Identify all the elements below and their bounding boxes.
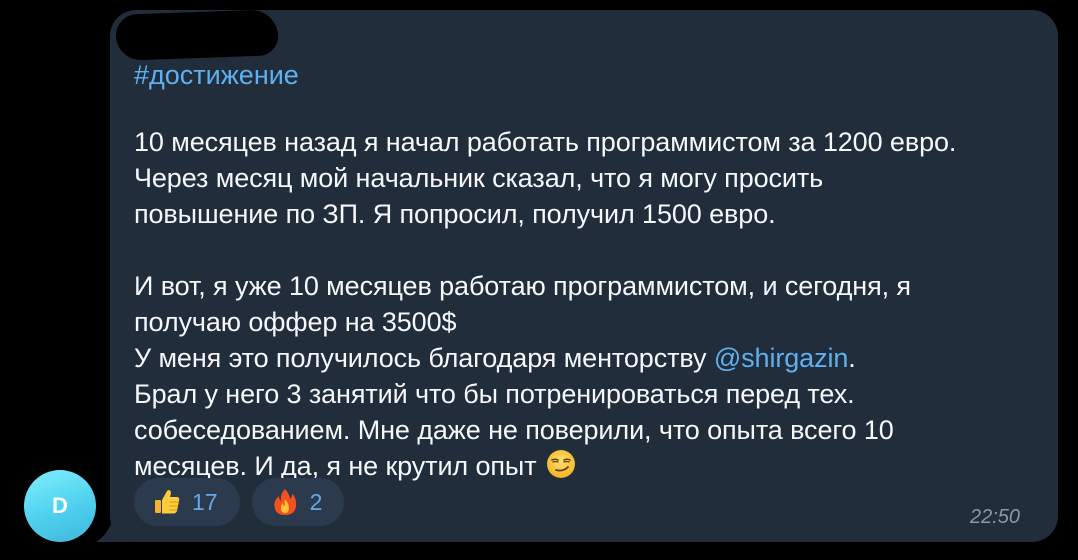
sender-avatar[interactable]: D <box>24 470 96 542</box>
mention-line: У меня это получилось благодаря менторст… <box>134 340 1034 376</box>
mention-suffix: . <box>848 343 856 373</box>
reaction-thumbs-up[interactable]: 17 <box>134 478 240 526</box>
fire-emoji <box>274 489 296 515</box>
text-line: повышение по ЗП. Я попросил, получил 150… <box>134 199 776 229</box>
sender-name-redacted[interactable] <box>115 9 279 61</box>
hashtag-link[interactable]: #достижение <box>134 58 299 92</box>
reactions-bar: 17 2 <box>134 478 345 526</box>
text-line: собеседованием. Мне даже не поверили, чт… <box>134 415 894 445</box>
message-text: 10 месяцев назад я начал работать програ… <box>134 124 1034 484</box>
last-line-text: месяцев. И да, я не крутил опыт <box>134 451 537 481</box>
text-line: Через месяц мой начальник сказал, что я … <box>134 163 824 193</box>
mention-link[interactable]: @shirgazin <box>714 343 849 373</box>
thumbs-up-emoji <box>155 490 180 514</box>
avatar-initial: D <box>52 493 68 518</box>
text-line: 10 месяцев назад я начал работать програ… <box>134 127 957 157</box>
reaction-count: 17 <box>192 488 218 515</box>
smirking-face-emoji <box>546 450 575 478</box>
text-line: И вот, я уже 10 месяцев работаю программ… <box>134 271 911 301</box>
chat-area: D #достижение 10 месяцев назад я начал р… <box>0 0 1078 560</box>
reaction-fire[interactable]: 2 <box>251 478 345 526</box>
message-time: 22:50 <box>970 506 1021 528</box>
mention-prefix: У меня это получилось благодаря менторст… <box>134 343 714 373</box>
text-line: Брал у него 3 занятий что бы потренирова… <box>134 379 855 409</box>
text-line: получаю оффер на 3500$ <box>134 307 457 337</box>
reaction-count: 2 <box>309 488 323 515</box>
